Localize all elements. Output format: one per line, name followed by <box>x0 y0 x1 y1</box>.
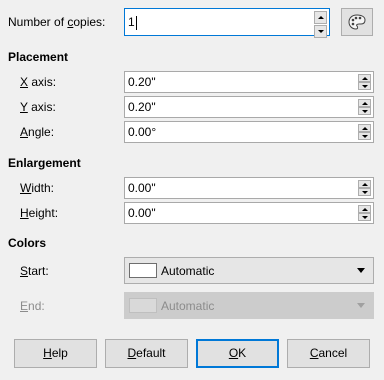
angle-spinbox[interactable]: 0.00° <box>124 121 374 143</box>
copies-decrement-button[interactable] <box>314 25 327 38</box>
arrow-down-icon <box>361 190 368 194</box>
help-button[interactable]: Help <box>14 339 97 368</box>
enlargement-heading: Enlargement <box>8 156 81 170</box>
arrow-down-icon <box>317 30 324 33</box>
y-axis-value[interactable]: 0.20" <box>128 100 156 115</box>
height-increment-button[interactable] <box>358 205 371 213</box>
color-swatch <box>129 263 157 278</box>
colors-heading: Colors <box>8 236 47 250</box>
arrow-up-icon <box>361 207 368 211</box>
copies-value[interactable]: 1 <box>128 15 137 30</box>
height-label: Height: <box>20 206 59 220</box>
chevron-down-icon <box>357 303 365 308</box>
arrow-down-icon <box>361 109 368 113</box>
angle-value[interactable]: 0.00° <box>128 125 156 140</box>
width-label: Width: <box>20 181 55 195</box>
width-value[interactable]: 0.00" <box>128 181 156 196</box>
end-color-value: Automatic <box>161 299 215 313</box>
y-axis-label: Y axis: <box>20 100 56 114</box>
arrow-down-icon <box>361 215 368 219</box>
default-button[interactable]: Default <box>105 339 188 368</box>
width-decrement-button[interactable] <box>358 188 371 196</box>
palette-button[interactable] <box>341 8 373 36</box>
color-swatch <box>129 298 157 313</box>
y-axis-spinbox[interactable]: 0.20" <box>124 96 374 118</box>
copies-increment-button[interactable] <box>314 11 327 24</box>
end-color-label: End: <box>20 299 45 313</box>
arrow-up-icon <box>361 182 368 186</box>
palette-icon <box>348 14 366 30</box>
height-spinbox[interactable]: 0.00" <box>124 202 374 224</box>
angle-decrement-button[interactable] <box>358 132 371 140</box>
width-spinbox[interactable]: 0.00" <box>124 177 374 199</box>
x-axis-value[interactable]: 0.20" <box>128 75 156 90</box>
y-axis-increment-button[interactable] <box>358 99 371 107</box>
placement-heading: Placement <box>8 50 69 64</box>
chevron-down-icon <box>357 268 365 273</box>
start-color-dropdown[interactable]: Automatic <box>124 257 374 284</box>
angle-label: Angle: <box>20 125 55 139</box>
x-axis-increment-button[interactable] <box>358 74 371 82</box>
x-axis-spinbox[interactable]: 0.20" <box>124 71 374 93</box>
copies-label: Number of copies: <box>8 15 106 29</box>
start-color-label: Start: <box>20 264 49 278</box>
arrow-up-icon <box>317 16 324 19</box>
copies-stepper[interactable]: 1 <box>124 8 330 38</box>
ok-button[interactable]: OK <box>196 339 279 368</box>
cancel-button[interactable]: Cancel <box>287 339 370 368</box>
y-axis-decrement-button[interactable] <box>358 107 371 115</box>
height-value[interactable]: 0.00" <box>128 206 156 221</box>
angle-increment-button[interactable] <box>358 124 371 132</box>
arrow-down-icon <box>361 84 368 88</box>
arrow-up-icon <box>361 126 368 130</box>
width-increment-button[interactable] <box>358 180 371 188</box>
x-axis-decrement-button[interactable] <box>358 82 371 90</box>
start-color-value: Automatic <box>161 264 215 278</box>
x-axis-label: X axis: <box>20 75 57 89</box>
height-decrement-button[interactable] <box>358 213 371 221</box>
end-color-dropdown: Automatic <box>124 292 374 319</box>
arrow-down-icon <box>361 134 368 138</box>
arrow-up-icon <box>361 101 368 105</box>
arrow-up-icon <box>361 76 368 80</box>
